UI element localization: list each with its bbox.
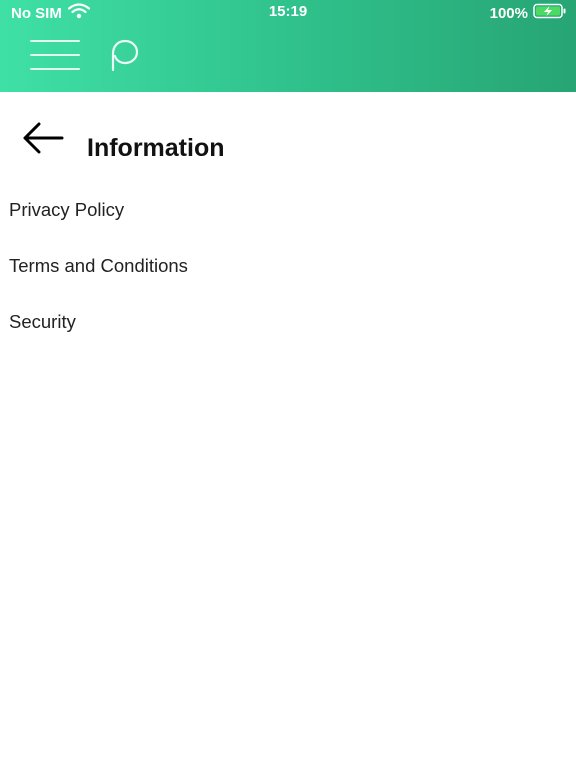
list-item-security[interactable]: Security	[9, 311, 76, 333]
list-item-privacy-policy[interactable]: Privacy Policy	[9, 199, 124, 221]
p-logo-icon[interactable]	[106, 38, 142, 74]
app-header: No SIM 15:19 100%	[0, 0, 576, 92]
back-arrow-icon[interactable]	[20, 118, 66, 158]
battery-charging-icon	[533, 3, 567, 23]
page-title: Information	[87, 134, 225, 162]
battery-percent: 100%	[489, 4, 528, 22]
hamburger-menu-icon[interactable]	[28, 38, 84, 74]
status-bar: No SIM 15:19 100%	[0, 0, 576, 24]
status-battery-group: 100%	[490, 3, 567, 23]
list-item-terms-and-conditions[interactable]: Terms and Conditions	[9, 255, 188, 277]
